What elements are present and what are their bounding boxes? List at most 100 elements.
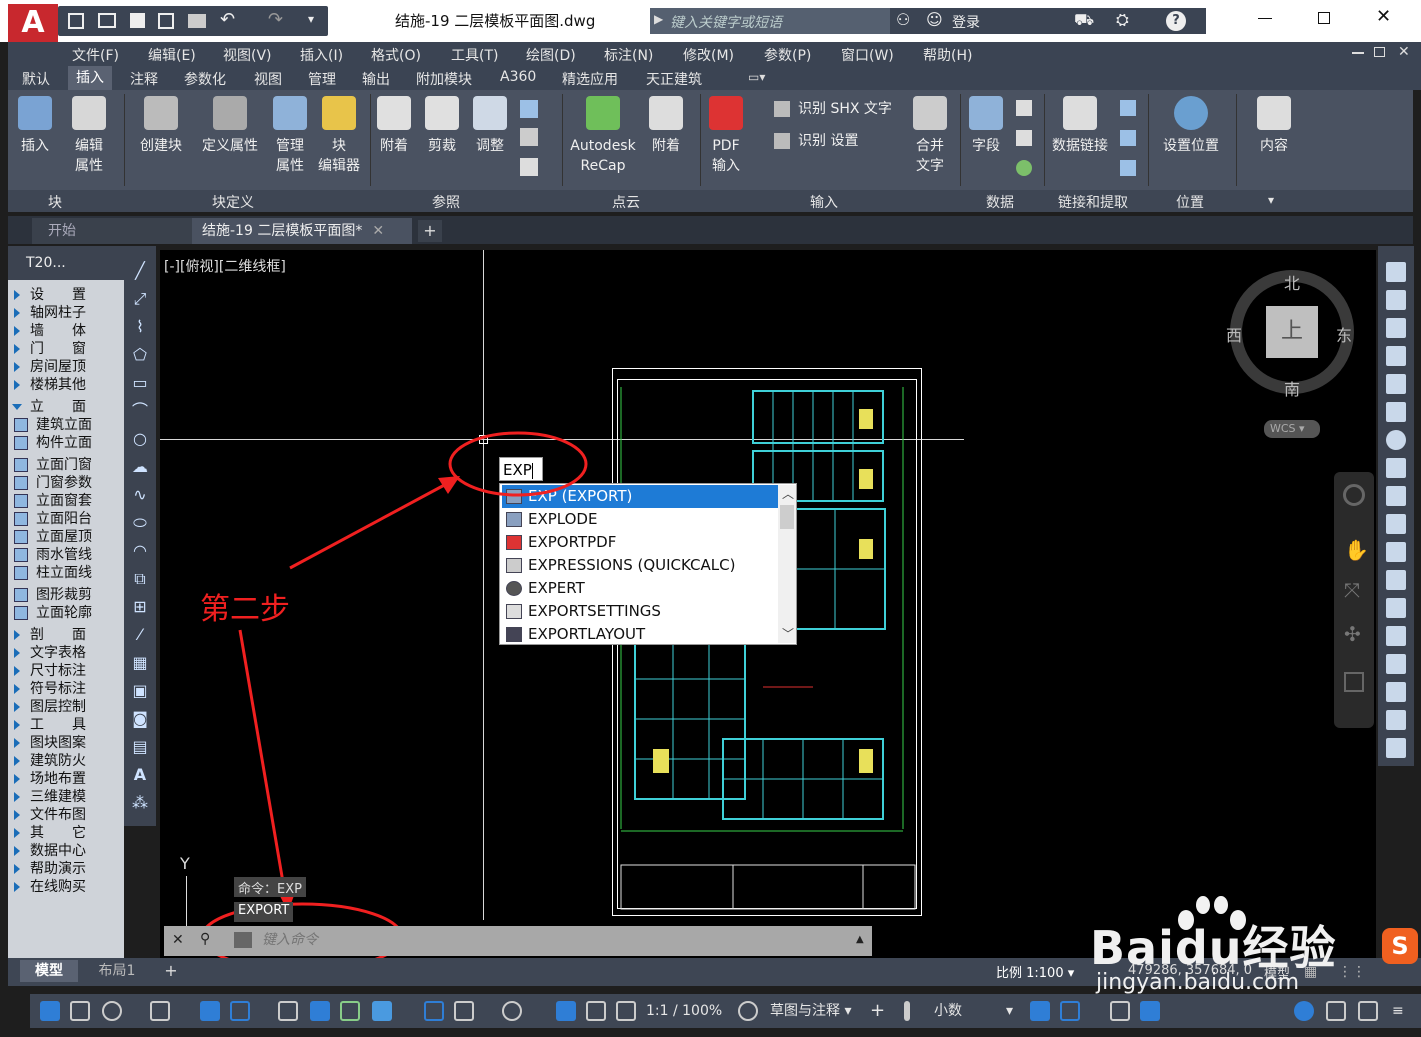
- extend-icon[interactable]: [1386, 542, 1406, 562]
- tab-manage[interactable]: 管理: [308, 69, 336, 89]
- transparency-icon[interactable]: [310, 1001, 330, 1021]
- recap-button[interactable]: Autodesk ReCap: [566, 96, 640, 176]
- panel-pointcloud[interactable]: 点云: [612, 192, 640, 212]
- scale-icon[interactable]: [1386, 458, 1406, 478]
- ellipse-arc-icon[interactable]: ◠: [131, 542, 149, 560]
- extract-data-icon[interactable]: [1120, 100, 1136, 116]
- hyperlink-icon[interactable]: [1016, 160, 1032, 176]
- dyn-ucs-icon[interactable]: [200, 1001, 220, 1021]
- tab-default[interactable]: 默认: [22, 69, 50, 89]
- data-link-button[interactable]: 数据链接: [1046, 96, 1114, 156]
- panel-reference[interactable]: 参照: [432, 192, 460, 212]
- units-icon[interactable]: [904, 1001, 910, 1021]
- annotation-scale[interactable]: 比例 1:100 ▾: [996, 962, 1074, 981]
- tab-current-drawing[interactable]: 结施-19 二层模板平面图* ✕: [192, 218, 412, 244]
- osnap-icon[interactable]: [102, 1001, 122, 1021]
- pdf-import-button[interactable]: PDF 输入: [704, 96, 748, 176]
- menu-tools[interactable]: 工具(T): [451, 45, 498, 65]
- t20-item[interactable]: 门窗参数: [14, 474, 92, 492]
- annotation-visibility-icon[interactable]: [556, 1001, 576, 1021]
- units-arrow-icon[interactable]: ▾: [1006, 1000, 1013, 1022]
- field-button[interactable]: 字段: [964, 96, 1008, 156]
- t20-item[interactable]: 雨水管线: [14, 546, 92, 564]
- redo-icon[interactable]: ↷: [268, 9, 283, 30]
- viewport-scale[interactable]: 1:1 / 100%: [646, 1000, 722, 1022]
- panel-block[interactable]: 块: [48, 192, 62, 212]
- doc-close-icon[interactable]: ✕: [1398, 44, 1410, 60]
- t20-item[interactable]: 在线购买: [14, 878, 86, 896]
- offset-icon[interactable]: [1386, 346, 1406, 366]
- menu-file[interactable]: 文件(F): [72, 45, 119, 65]
- save-icon[interactable]: [130, 13, 145, 28]
- t20-item[interactable]: 立面阳台: [14, 510, 92, 528]
- merge-text-button[interactable]: 合并 文字: [908, 96, 952, 176]
- ribbon-toggle-icon[interactable]: ▭▾: [748, 70, 765, 84]
- t20-item[interactable]: 图层控制: [14, 698, 86, 716]
- tab-output[interactable]: 输出: [362, 69, 390, 89]
- t20-item[interactable]: 立面轮廓: [14, 604, 92, 622]
- stretch-icon[interactable]: [1386, 486, 1406, 506]
- t20-item[interactable]: 建筑立面: [14, 416, 92, 434]
- menu-edit[interactable]: 编辑(E): [148, 45, 196, 65]
- tab-tangent[interactable]: 天正建筑: [646, 69, 702, 89]
- 3d-osnap-icon[interactable]: [372, 1001, 392, 1021]
- pan-icon[interactable]: ✋: [1344, 538, 1369, 562]
- ole-icon[interactable]: [1016, 130, 1032, 146]
- edit-icon[interactable]: [1386, 738, 1406, 758]
- showmotion-icon[interactable]: [1344, 672, 1364, 692]
- login-label[interactable]: 登录: [952, 12, 980, 32]
- blend-icon[interactable]: [1386, 682, 1406, 702]
- zoom-extents-icon[interactable]: ⤧: [1344, 578, 1360, 602]
- user-icon[interactable]: ☺: [926, 10, 943, 29]
- help-icon[interactable]: ?: [1166, 11, 1186, 31]
- tab-parametric[interactable]: 参数化: [184, 69, 226, 89]
- block-editor-button[interactable]: 块编辑器: [314, 96, 364, 176]
- spline-icon[interactable]: ∿: [131, 486, 149, 504]
- t20-item[interactable]: 柱立面线: [14, 564, 92, 582]
- frames-icon[interactable]: [520, 128, 538, 146]
- t20-item[interactable]: 墙 体: [14, 322, 86, 340]
- revcloud-icon[interactable]: ☁: [131, 458, 149, 476]
- cmdline-close-icon[interactable]: ✕: [172, 932, 184, 948]
- t20-item[interactable]: 楼梯其他: [14, 376, 86, 394]
- viewcube-west[interactable]: 西: [1226, 322, 1242, 346]
- pointcloud-attach-button[interactable]: 附着: [646, 96, 686, 156]
- t20-item[interactable]: 文件布图: [14, 806, 86, 824]
- line-icon[interactable]: ╱: [131, 262, 149, 280]
- t20-item[interactable]: 图块图案: [14, 734, 86, 752]
- circle-icon[interactable]: ○: [131, 430, 149, 448]
- edit-attribute-button[interactable]: 编辑 属性: [68, 96, 110, 176]
- t20-item[interactable]: 帮助演示: [14, 860, 86, 878]
- content-button[interactable]: 内容: [1246, 96, 1302, 156]
- snap-icon[interactable]: [520, 158, 538, 176]
- mtext-icon[interactable]: A: [131, 766, 149, 784]
- open-icon[interactable]: [98, 13, 116, 28]
- menu-modify[interactable]: 修改(M): [683, 45, 734, 65]
- wcs-menu[interactable]: WCS ▾: [1264, 420, 1320, 438]
- manage-attributes-button[interactable]: 管理 属性: [270, 96, 310, 176]
- scroll-down-icon[interactable]: ﹀: [782, 625, 794, 642]
- selection-filter-icon[interactable]: [454, 1001, 474, 1021]
- menu-help[interactable]: 帮助(H): [923, 45, 972, 65]
- panel-location[interactable]: 位置: [1176, 192, 1204, 212]
- menu-parametric[interactable]: 参数(P): [764, 45, 811, 65]
- fillet-icon[interactable]: [1386, 654, 1406, 674]
- t20-item[interactable]: 轴网柱子: [14, 304, 86, 322]
- menu-insert[interactable]: 插入(I): [300, 45, 343, 65]
- ellipse-icon[interactable]: ⬭: [131, 514, 149, 532]
- rectangle-icon[interactable]: ▭: [131, 374, 149, 392]
- doc-restore-icon[interactable]: [1374, 47, 1385, 57]
- polar-icon[interactable]: [70, 1001, 90, 1021]
- make-block-icon[interactable]: ⊞: [131, 598, 149, 616]
- units-dropdown[interactable]: 小数: [934, 1000, 962, 1022]
- insert-block-small-icon[interactable]: ⧉: [131, 570, 149, 588]
- panel-expand-icon[interactable]: ▾: [1268, 193, 1274, 207]
- mirror-icon[interactable]: [1386, 318, 1406, 338]
- viewcube-south[interactable]: 南: [1284, 376, 1300, 400]
- orbit-icon[interactable]: ✣: [1344, 622, 1361, 646]
- cart-icon[interactable]: ⛟: [1074, 10, 1094, 31]
- t20-item[interactable]: 剖 面: [14, 626, 86, 644]
- set-location-button[interactable]: 设置位置: [1154, 96, 1228, 156]
- underlay-layers-icon[interactable]: [520, 100, 538, 118]
- new-icon[interactable]: [68, 13, 84, 29]
